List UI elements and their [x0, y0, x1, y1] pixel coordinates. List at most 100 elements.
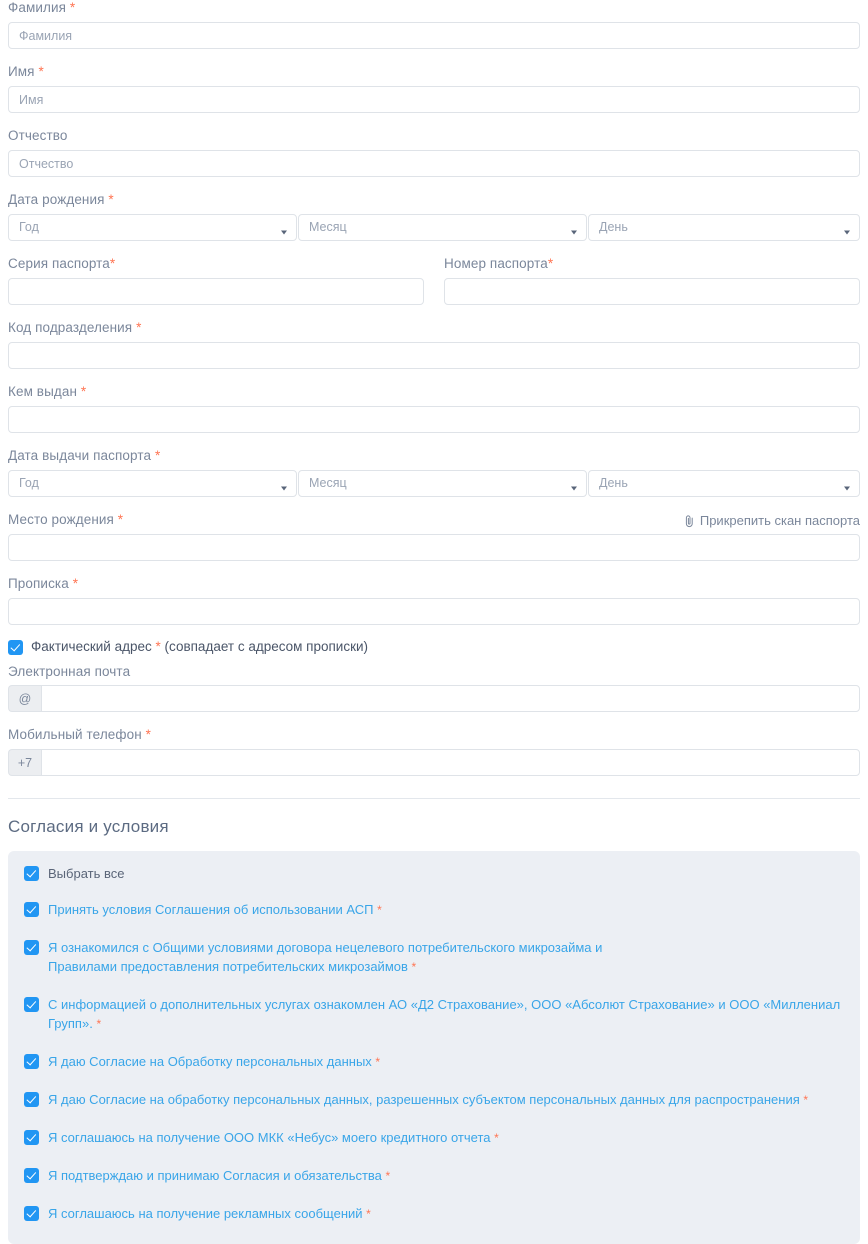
issued-by-input[interactable]	[8, 406, 860, 433]
issue-date-selects: Год Месяц День	[8, 470, 860, 497]
label-name: Имя *	[8, 64, 860, 80]
birth-place-input[interactable]	[8, 534, 860, 561]
label-registration-text: Прописка	[8, 576, 69, 591]
consent-label-text: Я соглашаюсь на получение рекламных сооб…	[48, 1206, 363, 1221]
field-group-name: Имя *	[8, 64, 860, 113]
label-passport-series-text: Серия паспорта	[8, 256, 110, 271]
consent-label: Я подтверждаю и принимаю Согласия и обяз…	[48, 1166, 390, 1186]
label-issued-by-text: Кем выдан	[8, 384, 78, 399]
consent-label: Я соглашаюсь на получение ООО МКК «Небус…	[48, 1128, 499, 1148]
consent-label: Я ознакомился с Общими условиями договор…	[48, 938, 608, 977]
consent-label: Принять условия Соглашения об использова…	[48, 900, 382, 920]
birth-year-wrap: Год	[8, 214, 297, 241]
division-code-input[interactable]	[8, 342, 860, 369]
name-input[interactable]	[8, 86, 860, 113]
required-asterisk: *	[69, 0, 76, 15]
field-group-division-code: Код подразделения *	[8, 320, 860, 369]
label-birth-place: Место рождения *	[8, 512, 123, 528]
application-form: Фамилия * Имя * Отчество Дата рождения *…	[0, 0, 868, 1244]
attach-passport-scan-label: Прикрепить скан паспорта	[699, 512, 860, 528]
label-birth-date-text: Дата рождения	[8, 192, 105, 207]
label-phone-text: Мобильный телефон	[8, 727, 142, 742]
consent-checkbox[interactable]	[24, 940, 39, 955]
consent-checkbox[interactable]	[24, 1206, 39, 1221]
attach-passport-scan-button[interactable]: Прикрепить скан паспорта	[684, 513, 860, 528]
consent-label-text: Я подтверждаю и принимаю Согласия и обяз…	[48, 1168, 382, 1183]
consent-checkbox[interactable]	[24, 902, 39, 917]
birth-month-select[interactable]: Месяц	[298, 214, 587, 241]
consents-panel: Выбрать все Принять условия Соглашения о…	[8, 851, 860, 1244]
required-asterisk: *	[377, 903, 382, 917]
consent-item: Я подтверждаю и принимаю Согласия и обяз…	[24, 1168, 844, 1188]
field-group-issue-date: Дата выдачи паспорта * Год Месяц День	[8, 448, 860, 497]
consent-item: Принять условия Соглашения об использова…	[24, 902, 844, 922]
label-division-code-text: Код подразделения	[8, 320, 133, 335]
consent-item: Я ознакомился с Общими условиями договор…	[24, 940, 844, 979]
registration-input[interactable]	[8, 598, 860, 625]
label-surname-text: Фамилия	[8, 0, 67, 15]
required-asterisk: *	[145, 727, 152, 742]
consent-select-all-checkbox[interactable]	[24, 866, 39, 881]
actual-address-suffix: (совпадает с адресом прописки)	[164, 639, 369, 654]
issue-day-select[interactable]: День	[588, 470, 860, 497]
field-group-birth-date: Дата рождения * Год Месяц День	[8, 192, 860, 241]
field-group-passport-series: Серия паспорта*	[8, 256, 424, 305]
patronymic-input[interactable]	[8, 150, 860, 177]
consent-select-all-label: Выбрать все	[48, 866, 125, 881]
label-issued-by: Кем выдан *	[8, 384, 860, 400]
label-surname: Фамилия *	[8, 0, 860, 16]
birth-date-selects: Год Месяц День	[8, 214, 860, 241]
issue-year-select[interactable]: Год	[8, 470, 297, 497]
consent-label-text: Я ознакомился с Общими условиями договор…	[48, 940, 603, 974]
birth-month-wrap: Месяц	[298, 214, 587, 241]
label-phone: Мобильный телефон *	[8, 727, 860, 743]
required-asterisk: *	[366, 1207, 371, 1221]
issue-day-wrap: День	[588, 470, 860, 497]
paperclip-icon	[684, 514, 695, 528]
consent-label: Я соглашаюсь на получение рекламных сооб…	[48, 1204, 371, 1224]
birth-place-header-row: Место рождения * Прикрепить скан паспорт…	[8, 512, 860, 528]
consent-item: Я даю Согласие на Обработку персональных…	[24, 1054, 844, 1074]
label-email-text: Электронная почта	[8, 664, 131, 679]
email-input[interactable]	[41, 685, 860, 712]
required-asterisk: *	[72, 576, 79, 591]
required-asterisk: *	[375, 1055, 381, 1069]
required-asterisk: *	[38, 64, 44, 79]
birth-year-select[interactable]: Год	[8, 214, 297, 241]
field-group-registration: Прописка *	[8, 576, 860, 625]
field-group-patronymic: Отчество	[8, 128, 860, 177]
passport-number-input[interactable]	[444, 278, 860, 305]
email-input-group: @	[8, 685, 860, 712]
passport-series-input[interactable]	[8, 278, 424, 305]
consent-checkbox[interactable]	[24, 1092, 39, 1107]
phone-input[interactable]	[41, 749, 860, 776]
phone-input-group: +7	[8, 749, 860, 776]
consent-item: Я соглашаюсь на получение ООО МКК «Небус…	[24, 1130, 844, 1150]
required-asterisk: *	[117, 512, 124, 527]
field-group-email: Электронная почта @	[8, 664, 860, 712]
consent-checkbox[interactable]	[24, 1054, 39, 1069]
consent-checkbox[interactable]	[24, 1168, 39, 1183]
field-group-issued-by: Кем выдан *	[8, 384, 860, 433]
birth-day-select[interactable]: День	[588, 214, 860, 241]
required-asterisk: *	[96, 1017, 102, 1031]
required-asterisk: *	[155, 639, 161, 654]
required-asterisk: *	[385, 1169, 391, 1183]
label-division-code: Код подразделения *	[8, 320, 860, 336]
issue-month-select[interactable]: Месяц	[298, 470, 587, 497]
consent-item: Я даю Согласие на обработку персональных…	[24, 1092, 844, 1112]
consent-label-text: Я даю Согласие на обработку персональных…	[48, 1092, 800, 1107]
required-asterisk: *	[80, 384, 87, 399]
required-asterisk: *	[154, 448, 161, 463]
consent-checkbox[interactable]	[24, 997, 39, 1012]
label-birth-place-text: Место рождения	[8, 512, 114, 527]
email-prefix-addon: @	[8, 685, 41, 712]
label-registration: Прописка *	[8, 576, 860, 592]
label-patronymic: Отчество	[8, 128, 860, 144]
consent-checkbox[interactable]	[24, 1130, 39, 1145]
field-group-birth-place: Место рождения * Прикрепить скан паспорт…	[8, 512, 860, 561]
actual-address-checkbox[interactable]	[8, 640, 23, 655]
consent-label-text: С информацией о дополнительных услугах о…	[48, 997, 841, 1031]
required-asterisk: *	[136, 320, 142, 335]
surname-input[interactable]	[8, 22, 860, 49]
